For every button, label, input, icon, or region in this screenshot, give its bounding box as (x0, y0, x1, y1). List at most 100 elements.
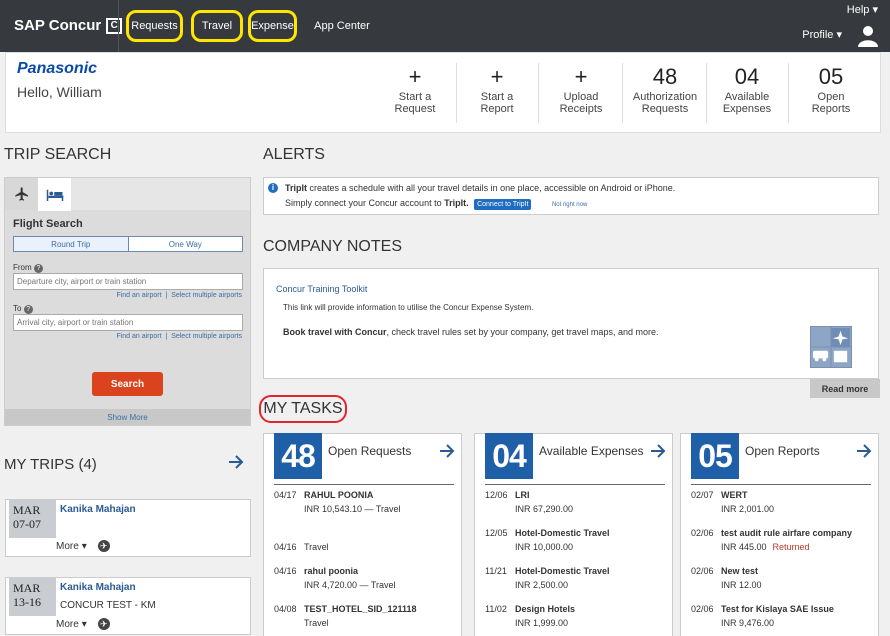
row-date: 04/08 (274, 604, 297, 614)
authorization-requests-button[interactable]: 48 Authorization Requests (624, 65, 706, 125)
arrow-right-icon[interactable] (228, 455, 244, 469)
read-more-button[interactable]: Read more (810, 379, 880, 398)
action-label: Report (480, 103, 514, 115)
row-name: Hotel-Domestic Travel (515, 528, 610, 538)
round-trip-option[interactable]: Round Trip (14, 237, 129, 251)
divider (788, 63, 789, 123)
row-sub: INR 9,476.00 (721, 618, 775, 628)
avatar-icon[interactable] (856, 23, 880, 47)
caret-down-icon: ▾ (81, 618, 87, 630)
from-input[interactable] (13, 273, 243, 290)
logo-box: C (106, 17, 123, 34)
row-date: 04/17 (274, 490, 297, 500)
start-report-button[interactable]: + Start a Report (456, 65, 538, 125)
note-bold: Book travel with Concur (283, 327, 387, 337)
header-panel: Panasonic Hello, William + Start a Reque… (5, 52, 881, 133)
sap-concur-logo[interactable]: SAP Concur C (14, 17, 123, 34)
trip-traveler[interactable]: Kanika Mahajan (60, 504, 136, 515)
training-toolkit-link[interactable]: Concur Training Toolkit (276, 284, 367, 294)
from-label-text: From (13, 263, 32, 272)
nav-requests[interactable]: Requests (126, 10, 183, 42)
row-name: Hotel-Domestic Travel (515, 566, 610, 576)
help-icon[interactable]: ? (23, 305, 33, 314)
upload-receipts-button[interactable]: + Upload Receipts (540, 65, 622, 125)
row-name: RAHUL POONIA (304, 490, 374, 500)
trip-date: MAR 13-16 (9, 578, 56, 616)
one-way-option[interactable]: One Way (129, 237, 243, 251)
flight-tab[interactable] (5, 178, 38, 210)
profile-menu[interactable]: Profile ▾ (802, 28, 842, 41)
nav-app-center[interactable]: App Center (312, 10, 372, 42)
travel-tile-icon[interactable] (810, 326, 852, 368)
find-airport-link[interactable]: Find an airport (116, 333, 161, 340)
help-menu[interactable]: Help ▾ (847, 3, 878, 16)
action-label: Upload (563, 91, 599, 103)
trip-card[interactable]: MAR 07-07 Kanika Mahajan More ▾ ✈ (5, 499, 251, 557)
more-menu[interactable]: More ▾ ✈ (56, 618, 110, 630)
trip-traveler[interactable]: Kanika Mahajan (60, 582, 136, 593)
action-label: Start a (480, 91, 514, 103)
row-sub: INR 67,290.00 (515, 504, 574, 514)
task-count: 48 (274, 433, 322, 479)
from-links: Find an airport | Select multiple airpor… (116, 292, 242, 299)
trip-search-panel: Flight Search Round Trip One Way From ? … (4, 177, 251, 426)
arrow-right-icon[interactable] (856, 444, 872, 458)
row-sub: INR 445.00 Returned (721, 542, 810, 552)
row-date: 11/02 (485, 604, 507, 614)
start-request-button[interactable]: + Start a Request (374, 65, 456, 125)
arrow-right-icon[interactable] (650, 444, 666, 458)
hotel-tab[interactable] (38, 178, 71, 211)
task-count: 04 (485, 433, 533, 479)
trip-days: 13-16 (13, 595, 41, 609)
to-label: To ? (13, 304, 33, 314)
alert-text: Simply connect your Concur account to (285, 198, 445, 208)
help-icon[interactable]: ? (33, 264, 43, 273)
more-menu[interactable]: More ▾ ✈ (56, 540, 110, 552)
arrow-right-icon[interactable] (439, 444, 455, 458)
to-links: Find an airport | Select multiple airpor… (116, 333, 242, 340)
my-tasks-title: MY TASKS (259, 395, 347, 423)
search-button[interactable]: Search (92, 372, 163, 396)
company-notes-title: COMPANY NOTES (263, 238, 402, 255)
note-rest: , check travel rules set by your company… (386, 327, 659, 337)
alert-line-1: TripIt creates a schedule with all your … (285, 183, 675, 193)
row-name: LRI (515, 490, 530, 500)
company-logo: Panasonic (17, 60, 98, 77)
open-reports-button[interactable]: 05 Open Reports (790, 65, 872, 125)
to-input[interactable] (13, 314, 243, 331)
row-name: New test (721, 566, 759, 576)
find-airport-link[interactable]: Find an airport (116, 292, 161, 299)
row-sub: INR 2,001.00 (721, 504, 775, 514)
task-title[interactable]: Available Expenses (539, 444, 644, 458)
trip-card[interactable]: MAR 13-16 Kanika Mahajan CONCUR TEST - K… (5, 577, 251, 635)
note-text: Book travel with Concur, check travel ru… (283, 327, 658, 337)
not-now-link[interactable]: Not right now (552, 202, 587, 208)
action-label: Receipts (559, 103, 603, 115)
nav-expense[interactable]: Expense (248, 10, 297, 42)
row-date: 04/16 (274, 542, 297, 552)
tripit-name: TripIt (285, 183, 307, 193)
divider (274, 484, 454, 485)
row-date: 02/06 (691, 528, 714, 538)
task-title[interactable]: Open Reports (745, 444, 820, 458)
available-expenses-button[interactable]: 04 Available Expenses (706, 65, 788, 125)
my-trips-title: MY TRIPS (4) (4, 456, 97, 473)
task-title[interactable]: Open Requests (328, 444, 411, 458)
row-amount: INR 445.00 (721, 542, 767, 552)
trip-month: MAR (13, 503, 41, 517)
connect-tripit-button[interactable]: Connect to TripIt (474, 199, 532, 210)
row-date: 02/06 (691, 604, 714, 614)
select-multiple-link[interactable]: Select multiple airports (171, 292, 242, 299)
divider (118, 0, 119, 52)
select-multiple-link[interactable]: Select multiple airports (171, 333, 242, 340)
trip-search-title: TRIP SEARCH (4, 146, 112, 163)
show-more-link[interactable]: Show More (5, 409, 250, 425)
link-separator: | (165, 333, 168, 340)
trip-subtitle: CONCUR TEST - KM (60, 600, 156, 611)
plane-circle-icon: ✈ (97, 540, 110, 552)
action-label: Authorization (632, 91, 698, 103)
row-sub: INR 10,543.10 — Travel (304, 504, 401, 514)
note-text: This link will provide information to ut… (283, 303, 534, 312)
nav-travel[interactable]: Travel (191, 10, 243, 42)
row-name: TEST_HOTEL_SID_121118 (304, 604, 417, 614)
